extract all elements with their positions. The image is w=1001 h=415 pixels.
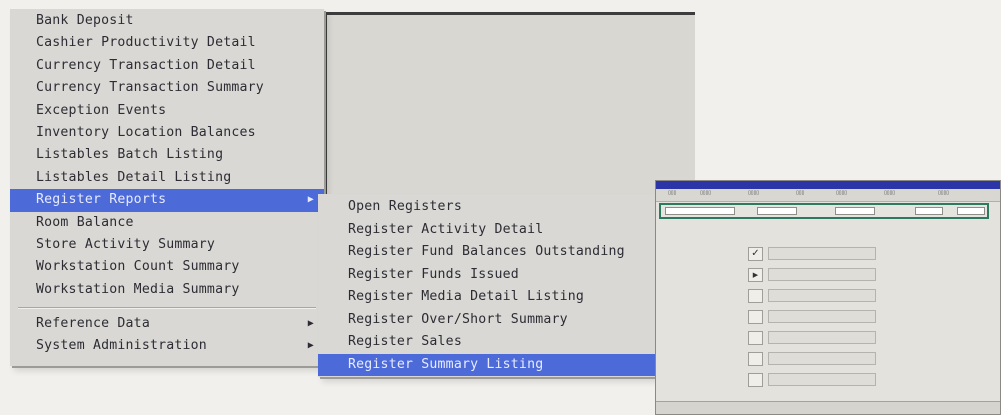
menu-item-store-activity-summary[interactable]: Store Activity Summary [10,234,324,256]
submenu-item-register-summary-listing[interactable]: Register Summary Listing [318,353,690,376]
menu-item-label: Reference Data [36,316,150,332]
menu-item-system-administration[interactable]: System Administration ▶ [10,335,324,357]
inset-menu-item[interactable]: ▯▯▯▯ [700,190,711,196]
triangle-right-icon: ▶ [307,340,314,352]
empty-checkbox[interactable] [748,352,763,366]
inset-menu-item[interactable]: ▯▯▯ [668,190,676,196]
reports-menu: Bank Deposit Cashier Productivity Detail… [10,9,324,366]
menu-item-listables-detail-listing[interactable]: Listables Detail Listing [10,167,324,189]
check-icon[interactable]: ✓ [748,247,763,261]
menu-separator [18,307,316,310]
submenu-item-register-media-detail-listing[interactable]: Register Media Detail Listing [318,286,690,309]
menu-item-register-reports[interactable]: Register Reports ▶ [10,189,324,212]
submenu-item-register-over-short-summary[interactable]: Register Over/Short Summary [318,309,690,332]
menu-item-label: Currency Transaction Summary [36,80,264,96]
inset-option-row[interactable]: ✓ [748,245,876,263]
menu-item-reference-data[interactable]: Reference Data ▶ [10,313,324,335]
menu-item-label: Listables Detail Listing [36,169,232,185]
inset-field[interactable] [957,207,985,215]
menu-item-label: Cashier Productivity Detail [36,35,256,51]
play-icon[interactable]: ▶ [748,268,763,282]
background-panel [325,12,695,207]
menu-item-label: System Administration [36,338,207,354]
menu-item-label: Room Balance [36,214,134,230]
menu-item-workstation-count-summary[interactable]: Workstation Count Summary [10,256,324,278]
menu-item-label: Listables Batch Listing [36,147,224,163]
inset-status-bar [656,401,1000,414]
menu-item-label: Workstation Count Summary [36,259,240,275]
inset-field[interactable] [665,207,735,215]
menu-item-exception-events[interactable]: Exception Events [10,100,324,122]
inset-option-button[interactable] [768,373,876,386]
menu-item-listables-batch-listing[interactable]: Listables Batch Listing [10,144,324,166]
menu-item-currency-transaction-detail[interactable]: Currency Transaction Detail [10,55,324,77]
submenu-item-open-registers[interactable]: Open Registers [318,196,690,219]
inset-filter-row [659,203,989,219]
inset-field[interactable] [757,207,797,215]
inset-application-window: ▯▯▯ ▯▯▯▯ ▯▯▯▯ ▯▯▯ ▯▯▯▯ ▯▯▯▯ ▯▯▯▯ ✓ ▶ [655,180,1001,415]
empty-checkbox[interactable] [748,289,763,303]
menu-item-room-balance[interactable]: Room Balance [10,212,324,234]
menu-item-label: Register Reports [36,192,167,208]
inset-option-row[interactable]: ▶ [748,266,876,284]
menu-item-bank-deposit[interactable]: Bank Deposit [10,10,324,32]
empty-checkbox[interactable] [748,310,763,324]
inset-field[interactable] [835,207,875,215]
menu-item-currency-transaction-summary[interactable]: Currency Transaction Summary [10,77,324,99]
triangle-right-icon: ▶ [307,194,314,206]
inset-menu-item[interactable]: ▯▯▯▯ [884,190,895,196]
menu-item-label: Workstation Media Summary [36,281,240,297]
inset-option-button[interactable] [768,331,876,344]
inset-option-button[interactable] [768,247,876,260]
menu-item-label: Register Over/Short Summary [348,311,568,327]
inset-option-row[interactable] [748,329,876,347]
inset-option-row[interactable] [748,287,876,305]
menu-item-label: Register Funds Issued [348,266,519,282]
inset-menu-item[interactable]: ▯▯▯▯ [836,190,847,196]
inset-menu-item[interactable]: ▯▯▯▯ [938,190,949,196]
menu-item-cashier-productivity-detail[interactable]: Cashier Productivity Detail [10,32,324,54]
inset-option-button[interactable] [768,289,876,302]
menu-item-label: Register Fund Balances Outstanding [348,244,625,259]
menu-item-inventory-location-balances[interactable]: Inventory Location Balances [10,122,324,144]
menu-item-label: Register Media Detail Listing [348,289,585,304]
inset-menu-item[interactable]: ▯▯▯▯ [748,190,759,196]
menu-item-label: Exception Events [36,102,167,118]
menu-item-label: Inventory Location Balances [36,124,256,140]
triangle-right-icon: ▶ [307,318,314,330]
menu-item-label: Register Sales [348,334,462,349]
empty-checkbox[interactable] [748,331,763,345]
inset-field[interactable] [915,207,943,215]
register-reports-submenu: Open Registers Register Activity Detail … [318,194,690,377]
submenu-item-register-activity-detail[interactable]: Register Activity Detail [318,219,690,242]
menu-item-label: Register Activity Detail [348,221,544,237]
menu-item-label: Currency Transaction Detail [36,57,256,73]
submenu-item-register-fund-balances-outstanding[interactable]: Register Fund Balances Outstanding [318,241,690,264]
inset-option-row[interactable] [748,308,876,326]
menu-item-label: Bank Deposit [36,13,134,28]
inset-option-row[interactable] [748,371,876,389]
inset-menu-item[interactable]: ▯▯▯ [796,190,804,196]
inset-option-button[interactable] [768,310,876,323]
menu-item-label: Store Activity Summary [36,236,216,252]
inset-title-bar [656,181,1000,189]
menu-item-label: Register Summary Listing [348,356,544,372]
submenu-item-register-sales[interactable]: Register Sales [318,331,690,354]
menu-item-label: Open Registers [348,199,462,214]
submenu-item-register-funds-issued[interactable]: Register Funds Issued [318,264,690,287]
inset-menu-bar: ▯▯▯ ▯▯▯▯ ▯▯▯▯ ▯▯▯ ▯▯▯▯ ▯▯▯▯ ▯▯▯▯ [656,189,1000,202]
menu-item-workstation-media-summary[interactable]: Workstation Media Summary [10,279,324,301]
inset-option-row[interactable] [748,350,876,368]
inset-option-button[interactable] [768,352,876,365]
inset-option-button[interactable] [768,268,876,281]
empty-checkbox[interactable] [748,373,763,387]
